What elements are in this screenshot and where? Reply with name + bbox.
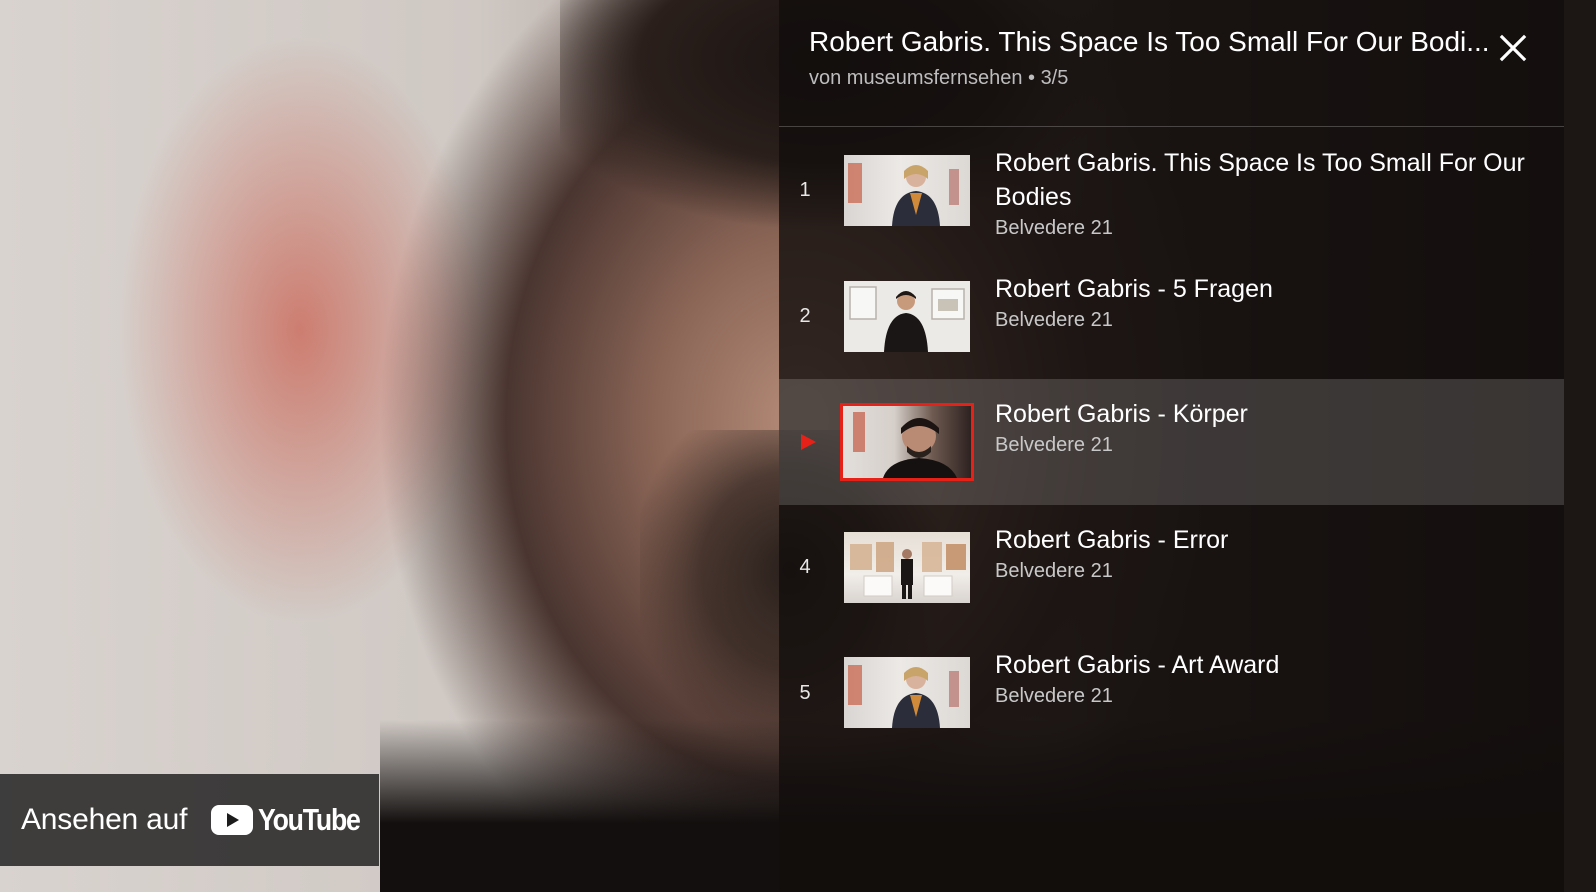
video-thumbnail[interactable]	[840, 403, 974, 482]
now-playing-indicator	[799, 379, 817, 505]
channel-name: Belvedere 21	[995, 434, 1113, 457]
watch-on-youtube-button[interactable]: Ansehen auf YouTube	[0, 774, 379, 866]
youtube-play-icon	[211, 805, 254, 835]
playlist-header: Robert Gabris. This Space Is Too Small F…	[779, 0, 1564, 127]
youtube-logo: YouTube	[211, 802, 376, 838]
watch-on-label: Ansehen auf	[21, 803, 188, 836]
item-index: 2	[799, 304, 811, 327]
playlist-item[interactable]: 4 Robert Gabris - Error Belvedere 21	[779, 505, 1564, 631]
video-title: Robert Gabris - Error	[995, 525, 1229, 554]
playlist-title[interactable]: Robert Gabris. This Space Is Too Small F…	[809, 26, 1504, 58]
item-index: 5	[799, 681, 811, 704]
channel-name: Belvedere 21	[995, 217, 1113, 239]
panel-edge	[1564, 0, 1596, 892]
channel-name: Belvedere 21	[995, 685, 1113, 708]
playlist-item[interactable]: 5 Robert Gabris - Art Award Belvedere 21	[779, 630, 1564, 756]
playlist-item[interactable]: 2 Robert Gabris - 5 Fragen Belvedere 21	[779, 254, 1564, 380]
playlist-item-active[interactable]: Robert Gabris - Körper Belvedere 21	[779, 379, 1564, 505]
video-title: Robert Gabris. This Space Is Too Small F…	[995, 149, 1525, 211]
playlist-panel: Robert Gabris. This Space Is Too Small F…	[779, 0, 1564, 892]
playlist-items: 1 Robert Gabris. This Space Is Too Small…	[779, 128, 1564, 756]
video-thumbnail[interactable]	[844, 531, 970, 603]
video-title: Robert Gabris - Körper	[995, 400, 1248, 429]
playlist-item[interactable]: 1 Robert Gabris. This Space Is Too Small…	[779, 128, 1564, 254]
playlist-subtitle: von museumsfernsehen • 3/5	[809, 67, 1069, 89]
close-icon	[1499, 34, 1527, 62]
video-thumbnail[interactable]	[844, 155, 970, 226]
video-title: Robert Gabris - Art Award	[995, 651, 1280, 680]
item-index: 4	[799, 556, 811, 579]
youtube-wordmark: YouTube	[258, 802, 361, 837]
play-icon	[801, 433, 816, 450]
video-thumbnail[interactable]	[844, 280, 970, 352]
channel-name: Belvedere 21	[995, 559, 1113, 582]
close-button[interactable]	[1493, 28, 1533, 68]
item-index: 1	[799, 179, 811, 202]
channel-name: Belvedere 21	[995, 308, 1113, 331]
video-title: Robert Gabris - 5 Fragen	[995, 274, 1273, 303]
video-thumbnail[interactable]	[844, 657, 970, 729]
